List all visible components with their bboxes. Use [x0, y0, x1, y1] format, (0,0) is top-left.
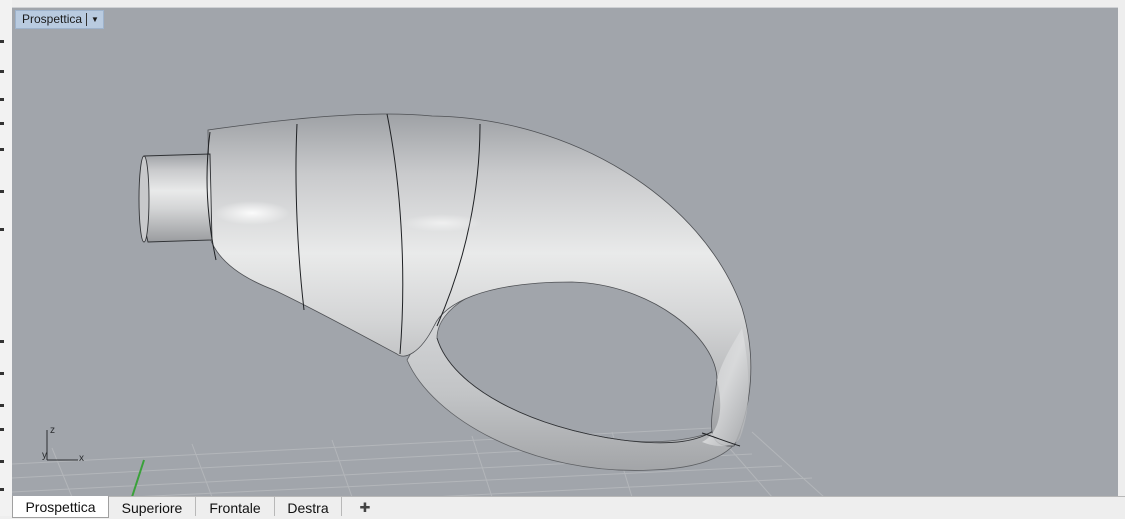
viewport-tab-bar: Prospettica Superiore Frontale Destra ✚ [12, 496, 1125, 518]
viewport-title-button[interactable]: Prospettica ▼ [15, 10, 104, 29]
title-separator [86, 13, 88, 26]
viewport-title-label: Prospettica [22, 12, 83, 26]
toolbar-tick [0, 70, 4, 73]
toolbar-tick [0, 40, 4, 43]
toolbar-tick [0, 190, 4, 193]
toolbar-tick [0, 98, 4, 101]
perspective-viewport[interactable]: z y x Prospettica ▼ [12, 7, 1118, 497]
model-highlight [214, 201, 290, 225]
plus-icon[interactable]: ✚ [356, 497, 374, 516]
toolbar-tick [0, 228, 4, 231]
toolbar-tick [0, 404, 4, 407]
toolbar-tick [0, 148, 4, 151]
toolbar-tick [0, 488, 4, 491]
viewport-canvas[interactable]: z y x [12, 8, 1118, 497]
tab-label: Destra [287, 500, 329, 516]
toolbar-tick [0, 340, 4, 343]
tab-superiore[interactable]: Superiore [109, 497, 196, 516]
tab-label: Superiore [121, 500, 183, 516]
axis-z-label: z [50, 425, 55, 436]
left-toolbar-strip [0, 0, 12, 516]
model-nozzle-cap [138, 155, 150, 243]
model-highlight [402, 214, 482, 232]
toolbar-tick [0, 372, 4, 375]
toolbar-tick [0, 460, 4, 463]
y-axis-line [131, 459, 145, 497]
tab-label: Prospettica [25, 499, 96, 515]
chevron-down-icon[interactable]: ▼ [91, 11, 99, 28]
axis-x-label: x [79, 453, 84, 464]
tab-destra[interactable]: Destra [275, 497, 342, 516]
model-nozzle[interactable] [141, 153, 213, 243]
tab-label: Frontale [209, 500, 261, 516]
toolbar-tick [0, 428, 4, 431]
axis-y-label: y [42, 450, 47, 461]
tab-frontale[interactable]: Frontale [196, 497, 275, 516]
tab-prospettica[interactable]: Prospettica [12, 496, 109, 518]
toolbar-tick [0, 122, 4, 125]
